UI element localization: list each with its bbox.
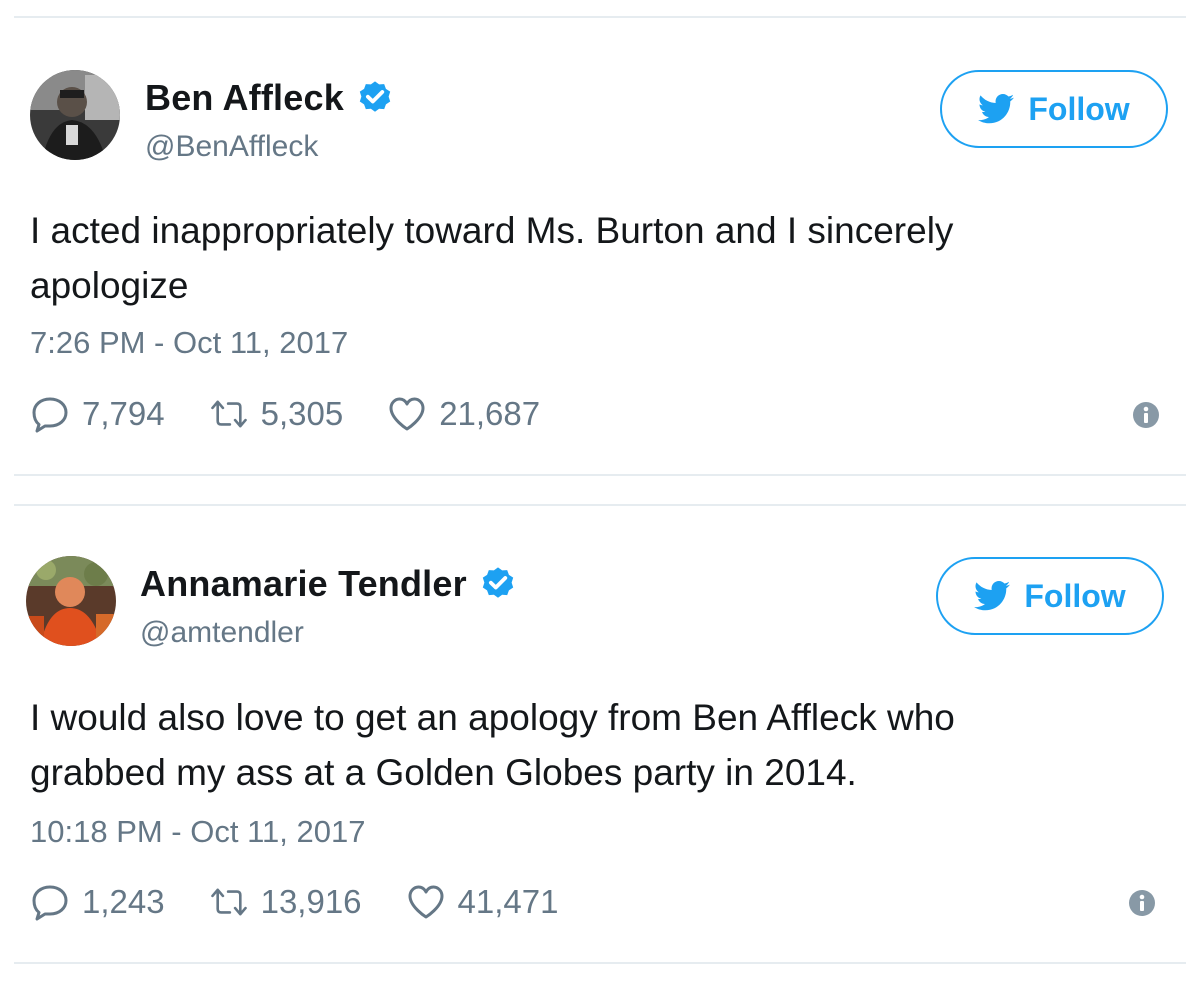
- reply-count: 7,794: [82, 395, 165, 432]
- author-row: Annamarie Tendler: [140, 562, 517, 606]
- verified-icon: [479, 565, 517, 603]
- tweet-timestamp[interactable]: 7:26 PM - Oct 11, 2017: [30, 325, 348, 361]
- author-name[interactable]: Annamarie Tendler: [140, 563, 467, 605]
- follow-button[interactable]: Follow: [940, 70, 1168, 148]
- like-action[interactable]: 41,471: [406, 883, 559, 921]
- reply-icon: [30, 883, 70, 921]
- tweet-actions: 7,794 5,305 21,687: [30, 392, 584, 436]
- tweet-text-line: grabbed my ass at a Golden Globes party …: [30, 752, 857, 793]
- twitter-bird-icon: [978, 94, 1015, 124]
- divider-bottom: [14, 962, 1186, 964]
- retweet-action[interactable]: 5,305: [209, 395, 344, 433]
- reply-action[interactable]: 1,243: [30, 883, 165, 921]
- retweet-count: 13,916: [260, 883, 362, 920]
- author-handle[interactable]: @BenAffleck: [145, 130, 318, 164]
- twitter-bird-icon: [974, 581, 1011, 611]
- tweet-text-line: I acted inappropriately toward Ms. Burto…: [30, 210, 954, 251]
- author-name[interactable]: Ben Affleck: [145, 77, 344, 119]
- reply-icon: [30, 395, 70, 433]
- follow-label: Follow: [1028, 90, 1130, 127]
- retweet-action[interactable]: 13,916: [209, 883, 362, 921]
- like-action[interactable]: 21,687: [387, 395, 540, 433]
- reply-action[interactable]: 7,794: [30, 395, 165, 433]
- avatar[interactable]: [30, 70, 120, 160]
- verified-icon: [356, 79, 394, 117]
- retweet-icon: [209, 883, 249, 921]
- like-count: 41,471: [457, 883, 559, 920]
- heart-icon: [387, 395, 427, 433]
- heart-icon: [406, 883, 446, 921]
- tweet-screenshot: Ben Affleck @BenAffleck Follow I acted i…: [0, 0, 1200, 984]
- tweet-text: I would also love to get an apology from…: [30, 690, 1110, 800]
- tweet-text-line: I would also love to get an apology from…: [30, 697, 955, 738]
- author-row: Ben Affleck: [145, 76, 394, 120]
- tweet-timestamp[interactable]: 10:18 PM - Oct 11, 2017: [30, 814, 365, 850]
- follow-label: Follow: [1024, 577, 1126, 614]
- like-count: 21,687: [439, 395, 541, 432]
- avatar[interactable]: [26, 556, 116, 646]
- divider-middle-2: [14, 504, 1186, 506]
- follow-button[interactable]: Follow: [936, 557, 1164, 635]
- divider-top: [14, 16, 1186, 18]
- info-icon[interactable]: [1132, 401, 1160, 429]
- tweet-text: I acted inappropriately toward Ms. Burto…: [30, 203, 1110, 313]
- retweet-icon: [209, 395, 249, 433]
- tweet-actions: 1,243 13,916 41,471: [30, 880, 602, 924]
- reply-count: 1,243: [82, 883, 165, 920]
- tweet-text-line: apologize: [30, 265, 189, 306]
- info-icon[interactable]: [1128, 889, 1156, 917]
- divider-middle-1: [14, 474, 1186, 476]
- retweet-count: 5,305: [260, 395, 344, 432]
- author-handle[interactable]: @amtendler: [140, 616, 304, 650]
